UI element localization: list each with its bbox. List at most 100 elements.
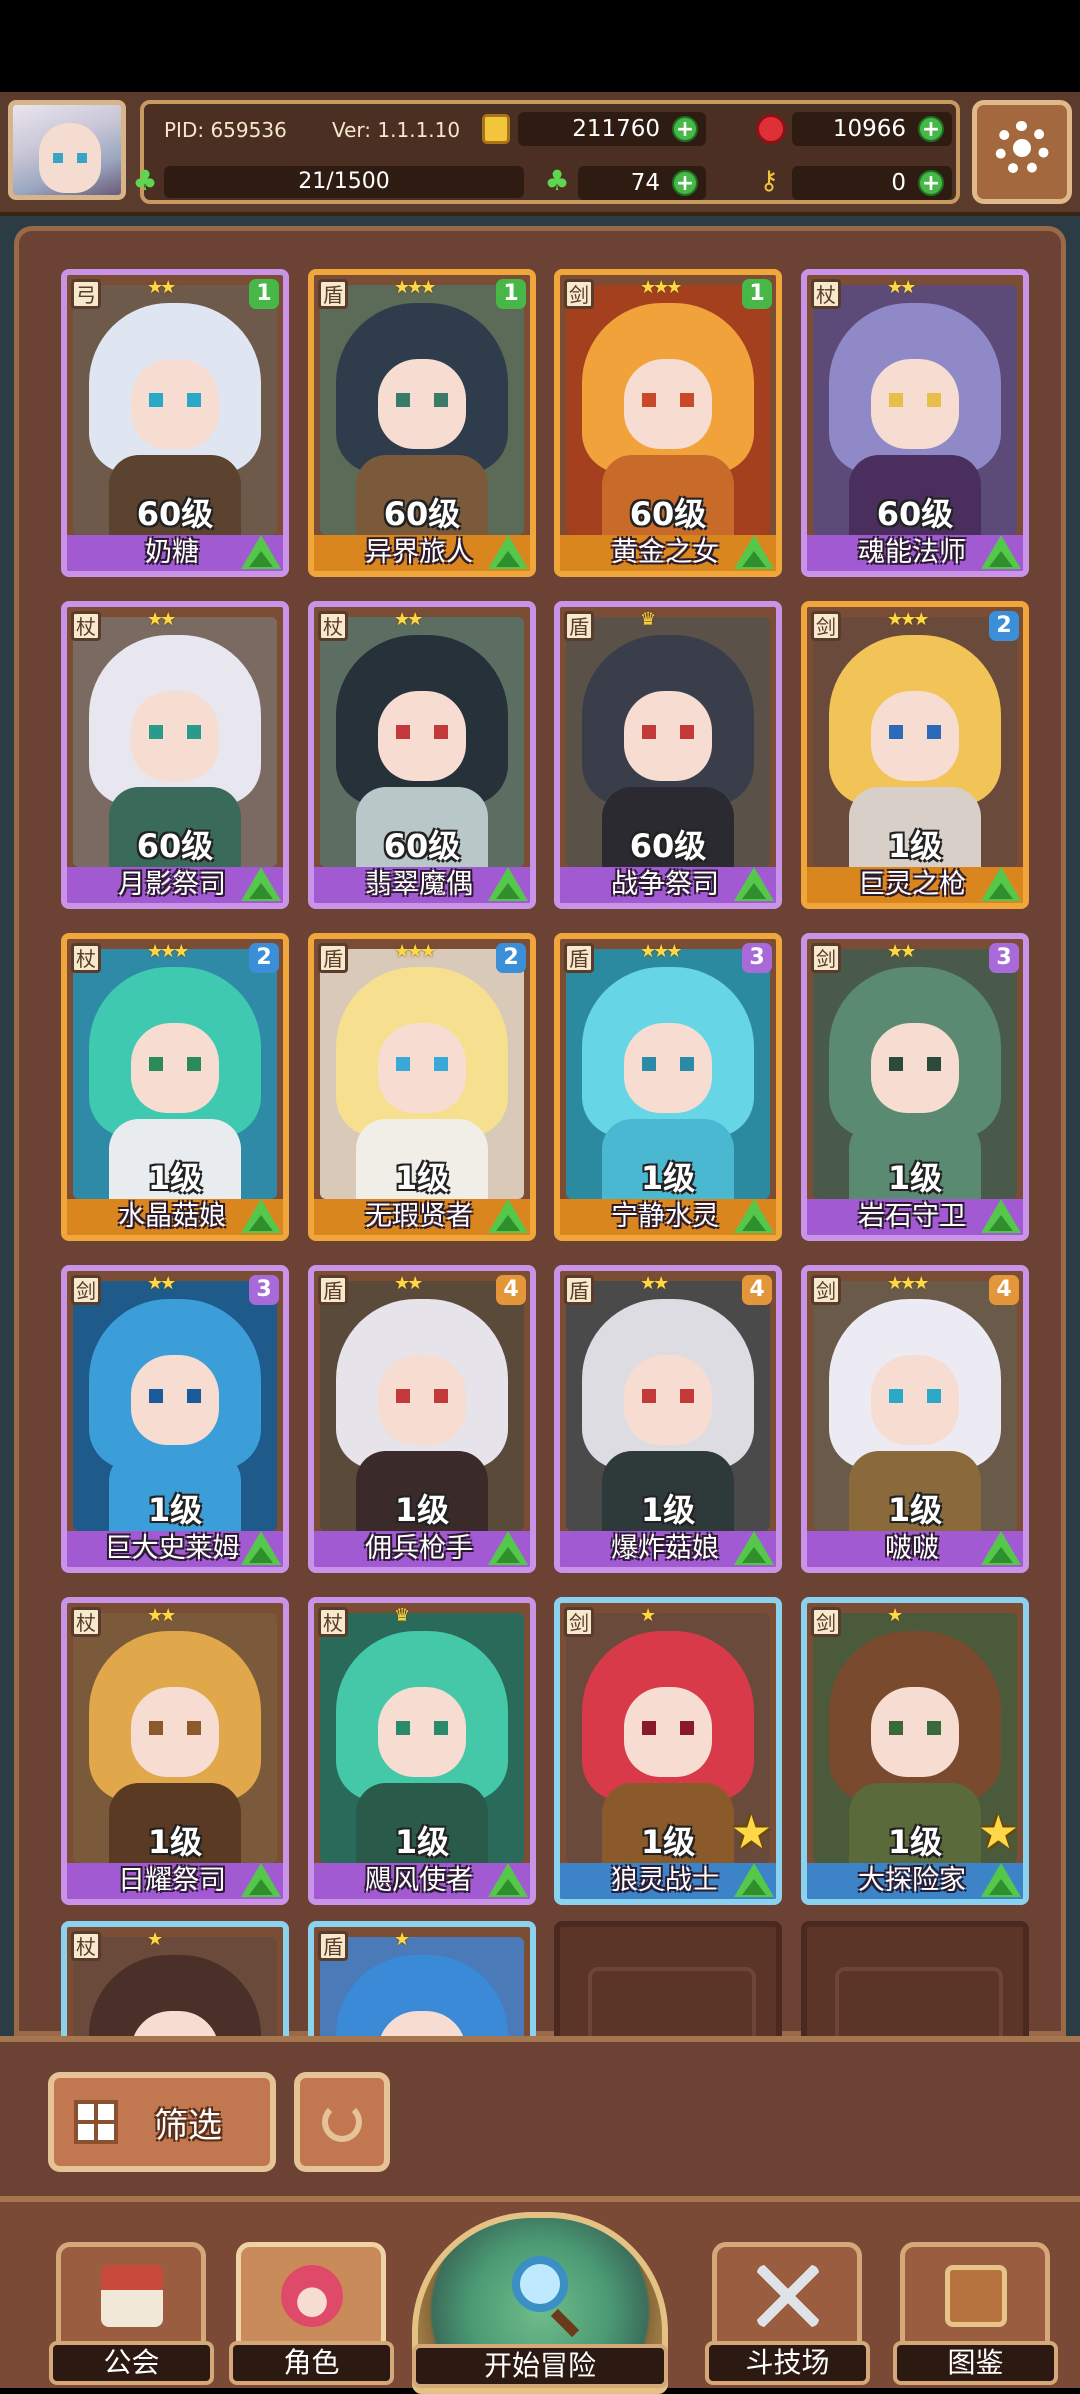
upgrade-arrow-icon[interactable]	[734, 1531, 774, 1565]
character-card[interactable]: 弓 ★★ 1 60级 奶糖	[61, 269, 289, 577]
character-face-icon	[281, 2265, 343, 2327]
nav-start-adventure[interactable]: 开始冒险	[412, 2212, 668, 2394]
character-card[interactable]: 杖 ♛ 1级 飓风使者	[308, 1597, 536, 1905]
class-icon: 杖	[318, 611, 348, 641]
game-version: Ver: 1.1.1.10	[332, 118, 461, 142]
star-rating: ★★	[640, 1273, 669, 1294]
upgrade-arrow-icon[interactable]	[241, 535, 281, 569]
rank-badge: 2	[249, 943, 279, 973]
filter-label: 筛选	[154, 2106, 222, 2146]
upgrade-arrow-icon[interactable]	[241, 867, 281, 901]
character-name: 月影祭司	[118, 869, 226, 900]
nav-characters[interactable]: 角色	[229, 2242, 394, 2385]
crossed-swords-icon	[757, 2265, 819, 2327]
rank-badge: 1	[496, 279, 526, 309]
nav-codex[interactable]: 图鉴	[893, 2242, 1058, 2385]
star-rating: ★★	[147, 1605, 176, 1626]
character-card[interactable]: 剑 ★ 1级 狼灵战士 ★	[554, 1597, 782, 1905]
character-card[interactable]: 杖 ★★ 60级 翡翠魔偶	[308, 601, 536, 909]
ruby-gem-icon	[756, 114, 786, 144]
class-icon: 剑	[71, 1275, 101, 1305]
class-icon: 盾	[564, 1275, 594, 1305]
class-icon: 杖	[71, 1607, 101, 1637]
character-card[interactable]: 剑 ★★★ 1 60级 黄金之女	[554, 269, 782, 577]
refresh-button[interactable]	[294, 2072, 390, 2172]
character-card[interactable]: 盾 ★★ 4 1级 爆炸菇娘	[554, 1265, 782, 1573]
nav-guild[interactable]: 公会	[49, 2242, 214, 2385]
add-gems-button[interactable]: +	[918, 116, 944, 142]
class-icon: 杖	[318, 1607, 348, 1637]
character-grid[interactable]: 弓 ★★ 1 60级 奶糖盾 ★★★ 1 60级 异界旅人剑 ★★★ 1 60级 黄金之女杖 ★★ 60级魂…	[14, 226, 1066, 2229]
rank-badge: 1	[249, 279, 279, 309]
rank-badge: 4	[496, 1275, 526, 1305]
nav-arena[interactable]: 斗技场	[705, 2242, 870, 2385]
character-level: 1级	[640, 1491, 696, 1529]
add-clover-button[interactable]: +	[672, 170, 698, 196]
character-card[interactable]: 杖 ★★★ 2 1级 水晶菇娘	[61, 933, 289, 1241]
character-name: 狼灵战士	[611, 1865, 719, 1896]
add-gold-button[interactable]: +	[672, 116, 698, 142]
upgrade-arrow-icon[interactable]	[241, 1863, 281, 1897]
character-card[interactable]: 盾 ★★★ 2 1级 无瑕贤者	[308, 933, 536, 1241]
class-icon: 剑	[564, 1607, 594, 1637]
class-icon: 杖	[71, 611, 101, 641]
rank-badge: 2	[496, 943, 526, 973]
character-level: 60级	[629, 495, 707, 533]
upgrade-arrow-icon[interactable]	[981, 1531, 1021, 1565]
character-level: 1级	[147, 1823, 203, 1861]
character-card[interactable]: 剑 ★★ 3 1级 巨大史莱姆	[61, 1265, 289, 1573]
rank-badge: 1	[742, 279, 772, 309]
upgrade-arrow-icon[interactable]	[734, 1199, 774, 1233]
upgrade-arrow-icon[interactable]	[734, 1863, 774, 1897]
character-card[interactable]: 剑 ★★★ 4 1级 啵啵	[801, 1265, 1029, 1573]
upgrade-arrow-icon[interactable]	[241, 1199, 281, 1233]
upgrade-arrow-icon[interactable]	[981, 1863, 1021, 1897]
character-name: 异界旅人	[365, 537, 473, 568]
upgrade-arrow-icon[interactable]	[981, 1199, 1021, 1233]
character-card[interactable]: 杖 ★★ 60级 魂能法师	[801, 269, 1029, 577]
star-rating: ★★★	[394, 941, 436, 962]
character-card[interactable]: 杖 ★★ 1级日耀祭司	[61, 1597, 289, 1905]
star-rating: ★	[394, 1929, 410, 1950]
character-card[interactable]: 盾 ♛ 60级 战争祭司	[554, 601, 782, 909]
settings-button[interactable]	[972, 100, 1072, 204]
class-icon: 剑	[811, 1607, 841, 1637]
character-level: 60级	[136, 495, 214, 533]
character-level: 1级	[887, 1491, 943, 1529]
star-rating: ★★★	[394, 277, 436, 298]
character-name: 日耀祭司	[118, 1865, 226, 1896]
character-card[interactable]: 盾 ★★ 4 1级 佣兵枪手	[308, 1265, 536, 1573]
upgrade-arrow-icon[interactable]	[734, 535, 774, 569]
star-rating: ★★	[887, 277, 916, 298]
star-rating: ★	[640, 1605, 656, 1626]
upgrade-arrow-icon[interactable]	[488, 1863, 528, 1897]
character-name: 巨灵之枪	[858, 869, 966, 900]
star-rating: ★★	[147, 609, 176, 630]
star-rating: ★★	[394, 1273, 423, 1294]
upgrade-arrow-icon[interactable]	[488, 535, 528, 569]
upgrade-arrow-icon[interactable]	[488, 1531, 528, 1565]
character-level: 1级	[887, 1159, 943, 1197]
magnifier-map-icon	[512, 2256, 568, 2312]
character-card[interactable]: 盾 ★★★ 3 1级 宁静水灵	[554, 933, 782, 1241]
rank-badge: 3	[989, 943, 1019, 973]
player-avatar[interactable]	[8, 100, 126, 200]
character-name: 岩石守卫	[858, 1201, 966, 1232]
character-name: 爆炸菇娘	[611, 1533, 719, 1564]
upgrade-arrow-icon[interactable]	[734, 867, 774, 901]
class-icon: 剑	[811, 1275, 841, 1305]
upgrade-arrow-icon[interactable]	[981, 535, 1021, 569]
class-icon: 弓	[71, 279, 101, 309]
character-card[interactable]: 剑 ★ 1级 大探险家 ★	[801, 1597, 1029, 1905]
upgrade-arrow-icon[interactable]	[488, 1199, 528, 1233]
upgrade-arrow-icon[interactable]	[981, 867, 1021, 901]
character-card[interactable]: 剑 ★★ 3 1级 岩石守卫	[801, 933, 1029, 1241]
character-card[interactable]: 剑 ★★★ 2 1级 巨灵之枪	[801, 601, 1029, 909]
character-card[interactable]: 盾 ★★★ 1 60级 异界旅人	[308, 269, 536, 577]
filter-button[interactable]: 筛选	[48, 2072, 276, 2172]
add-key-button[interactable]: +	[918, 170, 944, 196]
upgrade-arrow-icon[interactable]	[241, 1531, 281, 1565]
upgrade-arrow-icon[interactable]	[488, 867, 528, 901]
character-card[interactable]: 杖 ★★ 60级 月影祭司	[61, 601, 289, 909]
gold-coin-icon	[482, 114, 510, 144]
